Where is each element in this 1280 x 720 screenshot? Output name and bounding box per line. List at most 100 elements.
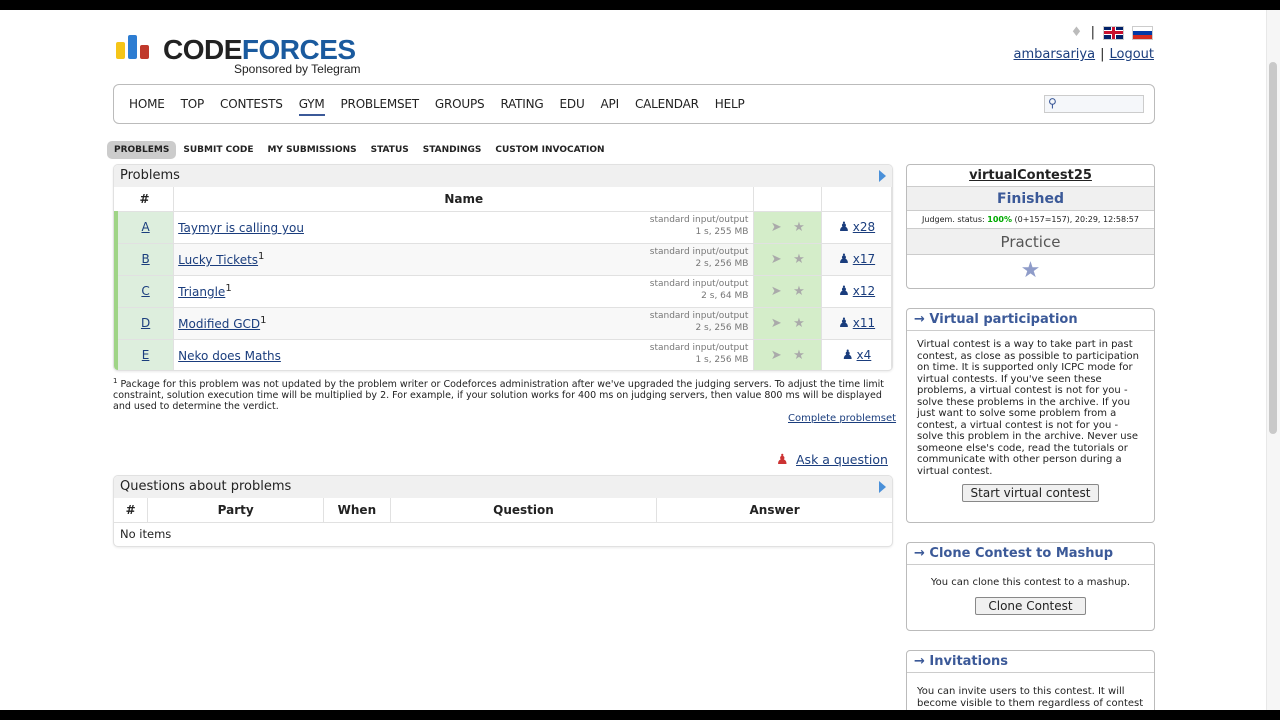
- menu-calendar[interactable]: CALENDAR: [635, 97, 699, 116]
- solved-count-link[interactable]: x17: [853, 252, 875, 266]
- main-menu: HOME TOP CONTESTS GYM PROBLEMSET GROUPS …: [113, 84, 1155, 124]
- problem-id-link[interactable]: B: [141, 252, 149, 266]
- problem-name-link[interactable]: Lucky Tickets: [178, 253, 258, 267]
- user-icon: ♟: [838, 315, 850, 331]
- tab-status[interactable]: STATUS: [364, 141, 416, 159]
- menu-help[interactable]: HELP: [715, 97, 745, 116]
- logout-link[interactable]: Logout: [1109, 47, 1154, 62]
- clone-contest-box: → Clone Contest to Mashup You can clone …: [906, 542, 1155, 631]
- problem-id-link[interactable]: A: [141, 220, 149, 234]
- ask-question: ♟ Ask a question: [776, 452, 888, 468]
- submit-icon[interactable]: ➤: [771, 252, 782, 267]
- problems-panel-title: Problems: [114, 165, 892, 187]
- limits: 1 s, 255 MB: [695, 226, 749, 237]
- tab-custom-invocation[interactable]: CUSTOM INVOCATION: [488, 141, 611, 159]
- notification-bell-icon[interactable]: ♦: [1071, 25, 1083, 40]
- col-hash: #: [116, 187, 175, 212]
- favourite-star-icon[interactable]: ★: [907, 255, 1154, 287]
- contest-status: Finished: [907, 187, 1154, 211]
- russian-flag-icon[interactable]: [1132, 25, 1153, 40]
- search-icon: ⚲: [1048, 96, 1057, 110]
- menu-problemset[interactable]: PROBLEMSET: [341, 97, 420, 116]
- tab-problems[interactable]: PROBLEMS: [107, 141, 177, 159]
- contest-info-box: virtualContest25 Finished Judgem. status…: [906, 164, 1155, 289]
- menu-groups[interactable]: GROUPS: [435, 97, 485, 116]
- menu-api[interactable]: API: [601, 97, 620, 116]
- expand-arrow-icon[interactable]: [879, 481, 886, 493]
- favourite-star-icon[interactable]: ★: [793, 284, 805, 299]
- package-footnote: 1 Package for this problem was not updat…: [113, 377, 884, 413]
- tab-my-submissions[interactable]: MY SUBMISSIONS: [260, 141, 363, 159]
- language-bar: ♦ |: [1071, 25, 1153, 40]
- io-type: standard input/output: [649, 310, 749, 321]
- menu-gym[interactable]: GYM: [298, 97, 325, 116]
- ask-question-link[interactable]: Ask a question: [796, 452, 888, 467]
- problem-id-link[interactable]: E: [142, 348, 150, 362]
- problem-name-link[interactable]: Taymyr is calling you: [178, 221, 304, 235]
- invitations-text: You can invite users to this contest. It…: [917, 686, 1144, 709]
- solved-count-link[interactable]: x11: [853, 316, 875, 330]
- io-type: standard input/output: [649, 278, 749, 289]
- favourite-star-icon[interactable]: ★: [793, 348, 805, 363]
- scrollbar-thumb[interactable]: [1269, 62, 1277, 434]
- table-row: D Modified GCD1 standard input/output 2 s…: [114, 307, 892, 340]
- problem-id-link[interactable]: D: [141, 316, 150, 330]
- limits: 1 s, 256 MB: [695, 354, 749, 365]
- solved-count-link[interactable]: x4: [857, 348, 872, 362]
- search-input[interactable]: ⚲: [1044, 95, 1144, 113]
- problems-panel: Problems # Name A Taymyr is calling you …: [113, 164, 893, 371]
- menu-top[interactable]: TOP: [181, 97, 205, 116]
- problem-id-link[interactable]: C: [141, 284, 149, 298]
- virtual-participation-text: Virtual contest is a way to take part in…: [917, 339, 1140, 477]
- problem-name-link[interactable]: Modified GCD: [178, 317, 260, 331]
- vertical-scrollbar[interactable]: [1266, 10, 1280, 710]
- table-row: C Triangle1 standard input/output 2 s, 64…: [114, 275, 892, 308]
- questions-panel: Questions about problems # Party When Qu…: [113, 475, 893, 547]
- problems-table: # Name A Taymyr is calling you standard …: [114, 187, 892, 370]
- solved-count-link[interactable]: x12: [853, 284, 875, 298]
- tab-submit-code[interactable]: SUBMIT CODE: [176, 141, 260, 159]
- table-row: B Lucky Tickets1 standard input/output 2 …: [114, 243, 892, 276]
- limits: 2 s, 64 MB: [701, 290, 749, 301]
- favourite-star-icon[interactable]: ★: [793, 220, 805, 235]
- expand-arrow-icon[interactable]: [879, 170, 886, 182]
- start-virtual-contest-button[interactable]: Start virtual contest: [961, 484, 1100, 502]
- table-row: E Neko does Maths standard input/output 1…: [114, 339, 892, 370]
- clone-contest-button[interactable]: Clone Contest: [975, 596, 1086, 615]
- submit-icon[interactable]: ➤: [771, 220, 782, 235]
- menu-home[interactable]: HOME: [129, 97, 165, 116]
- virtual-participation-box: → Virtual participation Virtual contest …: [906, 308, 1155, 523]
- logo-bars-icon: [116, 35, 156, 59]
- col-name: Name: [173, 187, 755, 212]
- submit-icon[interactable]: ➤: [771, 316, 782, 331]
- user-icon: ♟: [838, 219, 850, 235]
- menu-rating[interactable]: RATING: [500, 97, 543, 116]
- user-icon: ♟: [841, 347, 854, 363]
- ask-question-icon: ♟: [776, 452, 789, 468]
- user-icon: ♟: [838, 283, 850, 299]
- virtual-participation-title: → Virtual participation: [907, 309, 1154, 331]
- questions-table: # Party When Question Answer No items: [114, 498, 892, 546]
- practice-label: Practice: [907, 229, 1154, 255]
- solved-count-link[interactable]: x28: [853, 220, 875, 234]
- io-type: standard input/output: [649, 342, 749, 353]
- col-hash: #: [114, 498, 149, 523]
- io-type: standard input/output: [649, 214, 749, 225]
- english-flag-icon[interactable]: [1103, 25, 1124, 40]
- complete-problemset-link[interactable]: Complete problemset: [788, 413, 896, 424]
- problem-name-link[interactable]: Neko does Maths: [178, 349, 281, 363]
- separator: |: [1090, 25, 1095, 40]
- menu-contests[interactable]: CONTESTS: [220, 97, 283, 116]
- menu-edu[interactable]: EDU: [560, 97, 585, 116]
- problem-name-link[interactable]: Triangle: [178, 285, 225, 299]
- favourite-star-icon[interactable]: ★: [793, 316, 805, 331]
- submit-icon[interactable]: ➤: [771, 284, 782, 299]
- submit-icon[interactable]: ➤: [771, 348, 782, 363]
- username-link[interactable]: ambarsariya: [1014, 47, 1096, 62]
- favourite-star-icon[interactable]: ★: [793, 252, 805, 267]
- tab-standings[interactable]: STANDINGS: [416, 141, 489, 159]
- empty-message: No items: [120, 527, 172, 542]
- contest-name-link[interactable]: virtualContest25: [907, 165, 1154, 187]
- invitations-box: → Invitations You can invite users to th…: [906, 650, 1155, 710]
- browser-page: CODEFORCES Sponsored by Telegram ♦ | amb…: [0, 10, 1280, 710]
